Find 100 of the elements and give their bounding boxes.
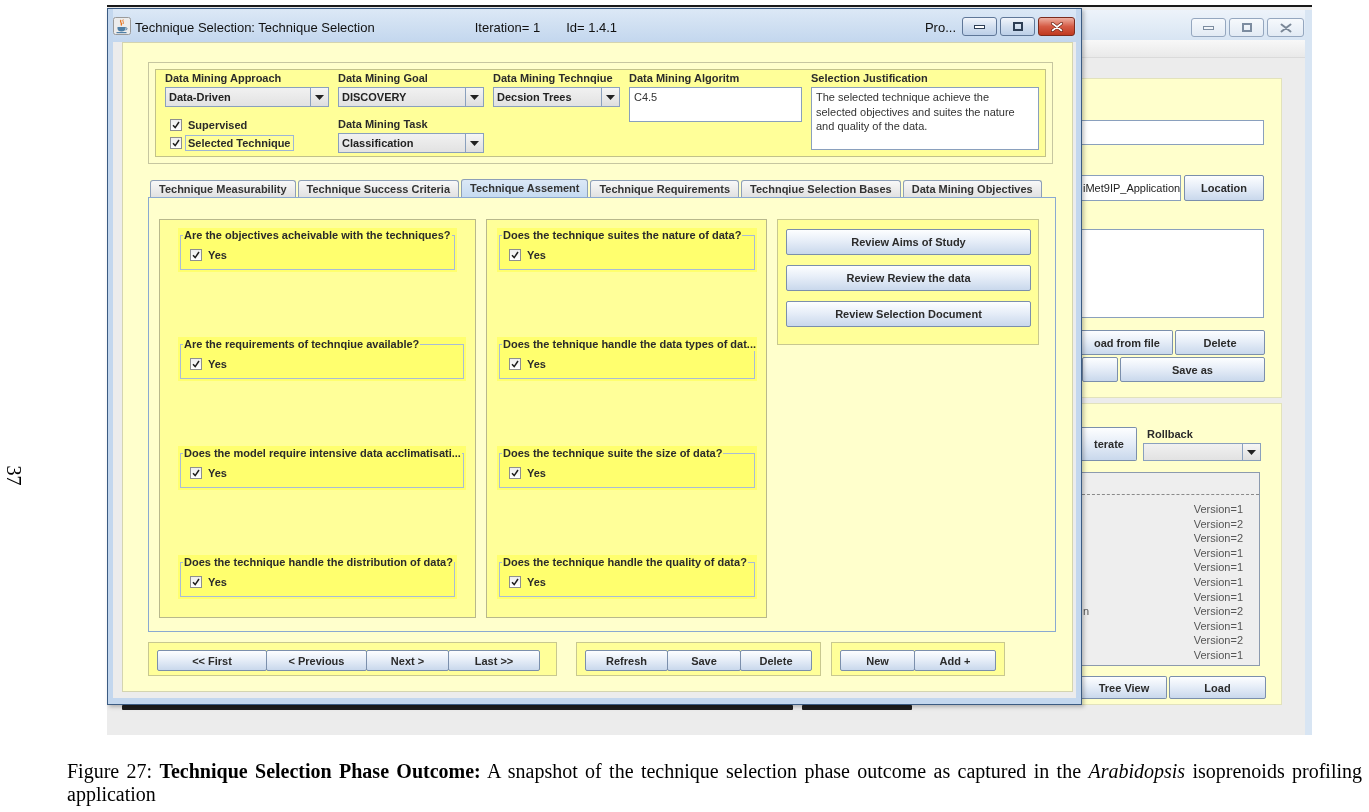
field-label: Rollback xyxy=(1147,427,1193,441)
action-button[interactable]: Load xyxy=(1169,676,1266,699)
question-text: Does the technique suite the size of data? xyxy=(502,446,724,460)
caret-icon xyxy=(470,140,479,146)
save-as-button[interactable]: Save as xyxy=(1120,357,1265,382)
checkbox[interactable] xyxy=(170,119,182,131)
tab[interactable]: Technique Assement xyxy=(461,179,589,197)
maximize-icon xyxy=(1012,22,1023,31)
question-text: Does the technique handle the quality of data? xyxy=(502,555,748,569)
caret-icon xyxy=(470,94,479,100)
action-button[interactable]: Tree View xyxy=(1082,676,1167,699)
field-label: Data Mining Technqiue xyxy=(493,71,613,85)
checkbox[interactable] xyxy=(190,358,202,370)
field-label: Data Mining Goal xyxy=(338,71,428,85)
iterate-button[interactable]: terate xyxy=(1082,427,1137,461)
minimize-icon xyxy=(974,24,985,29)
figure-caption: Figure 27: Technique Selection Phase Outcome: A snapshot of the technique selection phase outcome as captured in the Arabidopsis isoprenoids profiling application xyxy=(67,760,1362,808)
tab[interactable]: Technique Success Criteria xyxy=(297,180,460,197)
checkbox[interactable] xyxy=(170,137,182,149)
text-field[interactable] xyxy=(1082,120,1264,145)
question-text: Are the objectives acheivable with the techniques? xyxy=(183,228,452,242)
toolbar-button[interactable]: Next > xyxy=(366,650,449,671)
version-text: Version=2 xyxy=(1193,604,1244,619)
version-text: Version=1 xyxy=(1193,502,1244,517)
tab[interactable]: Technique Requirements xyxy=(590,180,740,197)
checkbox-label: Supervised xyxy=(187,118,249,133)
question-text: Does the tehnique handle the data types of dat... xyxy=(502,337,758,351)
checkbox[interactable] xyxy=(190,467,202,479)
checkbox[interactable] xyxy=(509,467,521,479)
question-text: Does the technique suites the nature of data? xyxy=(502,228,743,242)
close-icon xyxy=(1050,21,1063,32)
checkbox[interactable] xyxy=(190,249,202,261)
toolbar-button[interactable]: Save xyxy=(667,650,741,671)
checkbox-label: Selected Technique xyxy=(185,135,294,151)
toolbar-button[interactable]: Refresh xyxy=(585,650,668,671)
dropdown[interactable]: Classification xyxy=(338,133,484,153)
file-button[interactable]: oad from file xyxy=(1082,330,1173,355)
tab[interactable]: Data Mining Objectives xyxy=(902,180,1042,197)
text-area[interactable] xyxy=(1082,229,1264,318)
id-label: Id= 1.4.1 xyxy=(566,19,618,36)
coffee-cup-icon xyxy=(113,16,131,35)
checkbox-label: Yes xyxy=(207,248,228,263)
maximize-icon xyxy=(1241,23,1252,32)
review-button[interactable]: Review Selection Document xyxy=(786,301,1031,327)
toolbar-button[interactable]: New xyxy=(840,650,915,671)
location-button[interactable]: Location xyxy=(1184,175,1264,201)
maximize-button[interactable] xyxy=(1000,17,1035,36)
checkbox[interactable] xyxy=(509,358,521,370)
item-name-text: n xyxy=(1082,604,1090,619)
text-area[interactable]: The selected technique achieve the selected objectives and suites the nature and quality of the data. xyxy=(811,87,1039,150)
caret-icon xyxy=(315,94,324,100)
dropdown[interactable]: DISCOVERY xyxy=(338,87,484,107)
checkbox-label: Yes xyxy=(526,466,547,481)
cut-off-button[interactable] xyxy=(1082,357,1118,382)
file-button[interactable]: Delete xyxy=(1175,330,1265,355)
checkbox-label: Yes xyxy=(526,357,547,372)
tab[interactable]: Technique Measurability xyxy=(150,180,296,197)
version-text: Version=1 xyxy=(1193,560,1244,575)
review-button[interactable]: Review Review the data xyxy=(786,265,1031,291)
iteration-label: Iteration= 1 xyxy=(474,19,541,36)
window-title: Technique Selection: Technique Selection xyxy=(135,19,375,36)
field-label: Data Mining Algoritm xyxy=(629,71,740,85)
checkbox-label: Yes xyxy=(207,466,228,481)
dropdown[interactable]: Decsion Trees xyxy=(493,87,620,107)
text-area[interactable]: C4.5 xyxy=(629,87,802,122)
field-label: Selection Justification xyxy=(811,71,928,85)
path-field[interactable]: iMet9IP_Application xyxy=(1082,175,1181,201)
minimize-button[interactable] xyxy=(962,17,997,36)
checkbox-label: Yes xyxy=(207,357,228,372)
question-text: Are the requirements of technqiue available? xyxy=(183,337,421,351)
checkbox-label: Yes xyxy=(207,575,228,590)
checkbox[interactable] xyxy=(509,576,521,588)
question-text: Does the technique handle the distribution of data? xyxy=(183,555,454,569)
close-icon xyxy=(1279,22,1292,33)
minimize-icon xyxy=(1203,25,1214,30)
version-text: Version=2 xyxy=(1193,531,1244,546)
toolbar-button[interactable]: < Previous xyxy=(266,650,367,671)
checkbox-label: Yes xyxy=(526,575,547,590)
page-number: 37 xyxy=(1,465,25,486)
checkbox[interactable] xyxy=(509,249,521,261)
toolbar-button[interactable]: Add + xyxy=(914,650,996,671)
tab[interactable]: Technqiue Selection Bases xyxy=(741,180,901,197)
toolbar-button[interactable]: Last >> xyxy=(448,650,540,671)
field-label: Data Mining Approach xyxy=(165,71,282,85)
question-text: Does the model require intensive data acclimatisati... xyxy=(183,446,462,460)
toolbar-button[interactable]: << First xyxy=(157,650,267,671)
checkbox-label: Yes xyxy=(526,248,547,263)
dropdown[interactable]: Data-Driven xyxy=(165,87,329,107)
version-text: Version=1 xyxy=(1193,574,1244,590)
version-text: Version=1 xyxy=(1193,545,1244,561)
close-button[interactable] xyxy=(1038,17,1075,36)
title-status-text: Pro... xyxy=(924,19,956,36)
version-text: Version=1 xyxy=(1193,647,1244,663)
version-text: Version=1 xyxy=(1193,618,1244,634)
caret-icon xyxy=(606,94,615,100)
toolbar-button[interactable]: Delete xyxy=(740,650,812,671)
checkbox[interactable] xyxy=(190,576,202,588)
review-button[interactable]: Review Aims of Study xyxy=(786,229,1031,255)
version-text: Version=2 xyxy=(1193,633,1244,648)
version-text: Version=2 xyxy=(1193,516,1244,532)
